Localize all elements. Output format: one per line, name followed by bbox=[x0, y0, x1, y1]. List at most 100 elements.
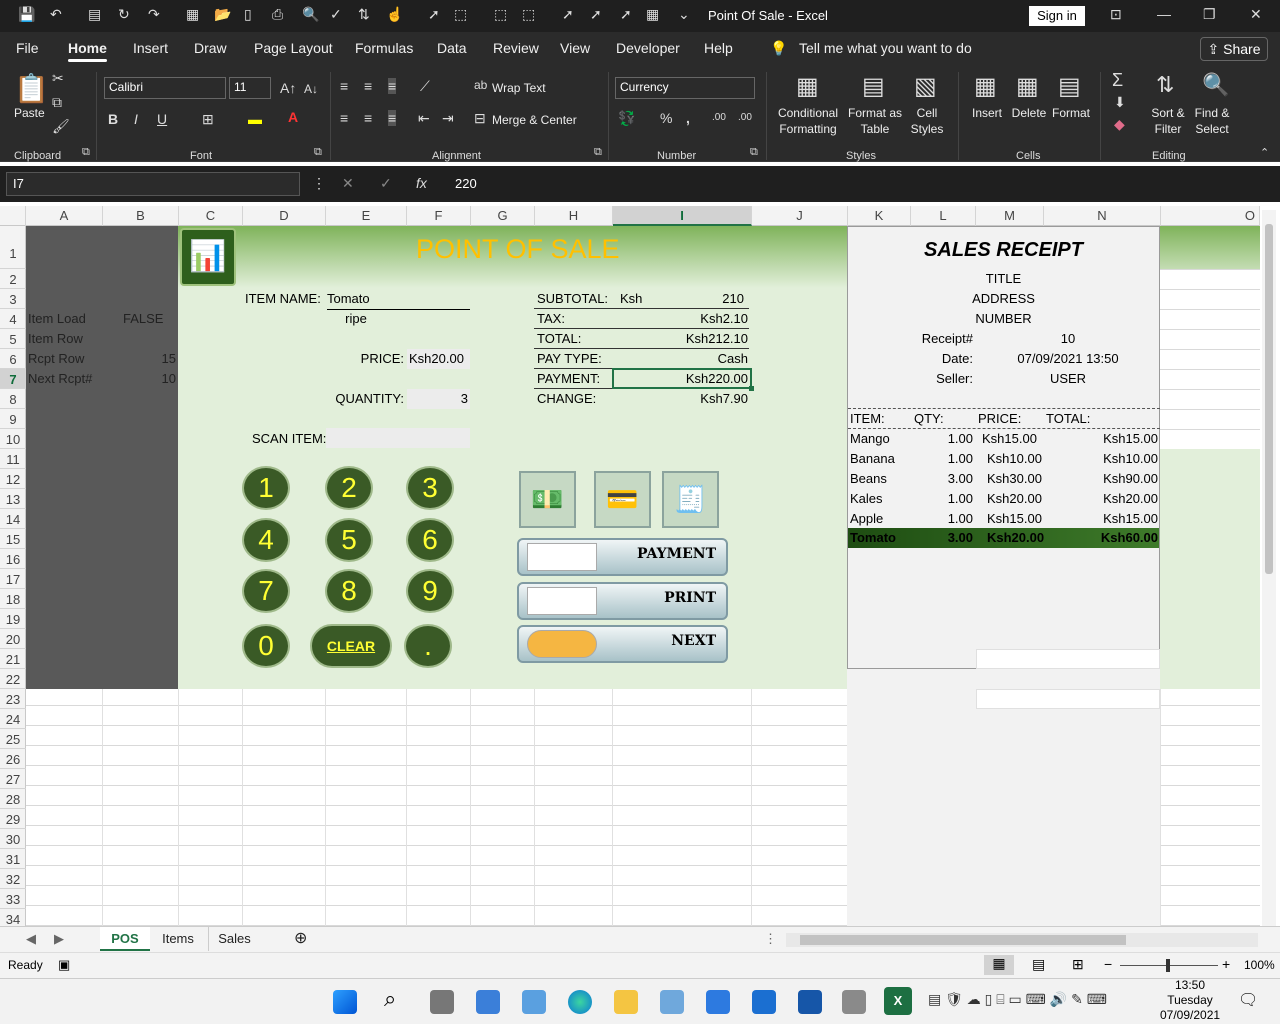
paste-icon[interactable]: 📋 bbox=[14, 72, 49, 105]
tab-review[interactable]: Review bbox=[493, 40, 539, 56]
app-icon[interactable] bbox=[842, 990, 866, 1014]
row-header[interactable]: 3 bbox=[0, 289, 26, 309]
accounting-format-icon[interactable]: 💱 bbox=[618, 110, 635, 127]
row-header[interactable]: 19 bbox=[0, 609, 26, 629]
col-header-f[interactable]: F bbox=[407, 206, 471, 226]
comma-style-icon[interactable]: , bbox=[686, 110, 690, 126]
keypad-clear-button[interactable]: CLEAR bbox=[310, 624, 392, 668]
mail-icon[interactable] bbox=[752, 990, 776, 1014]
open-icon[interactable]: 📂 bbox=[214, 6, 231, 23]
underline-icon[interactable]: U bbox=[157, 111, 167, 127]
undo-icon[interactable]: ↶ bbox=[50, 6, 62, 23]
row-header[interactable]: 4 bbox=[0, 309, 26, 329]
page-layout-view-icon[interactable]: ▤ bbox=[1032, 956, 1045, 973]
widgets-icon[interactable] bbox=[476, 990, 500, 1014]
quantity-field[interactable]: 3 bbox=[407, 389, 470, 409]
tab-view[interactable]: View bbox=[560, 40, 590, 56]
payment-field-selected[interactable]: Ksh220.00 bbox=[612, 368, 752, 389]
task-view-icon[interactable] bbox=[430, 990, 454, 1014]
col-header-i[interactable]: I bbox=[613, 206, 752, 226]
print-button[interactable]: PRINT bbox=[517, 582, 728, 620]
merge-center-button[interactable]: Merge & Center bbox=[492, 112, 577, 128]
row-header[interactable]: 29 bbox=[0, 809, 26, 829]
autosum-icon[interactable]: Σ bbox=[1112, 70, 1123, 91]
row-header[interactable]: 14 bbox=[0, 509, 26, 529]
control-panel-icon[interactable] bbox=[522, 990, 546, 1014]
format-as-table-button[interactable]: Format as Table bbox=[846, 105, 904, 137]
keypad-6-button[interactable]: 6 bbox=[406, 518, 454, 562]
keypad-2-button[interactable]: 2 bbox=[325, 466, 373, 510]
redo-icon[interactable]: ↷ bbox=[148, 6, 160, 23]
insert-function-icon[interactable]: fx bbox=[416, 175, 427, 191]
col-header-a[interactable]: A bbox=[26, 206, 103, 226]
tray-icons[interactable]: ▤ 🛡 ☁ ▯ ⌸ ▭ ⌨ 🔊 ✎ ⌨ bbox=[928, 991, 1107, 1008]
alignment-launcher-icon[interactable]: ⧉ bbox=[594, 146, 602, 159]
font-launcher-icon[interactable]: ⧉ bbox=[314, 146, 322, 159]
customize-qat-icon[interactable]: ⌄ bbox=[678, 6, 690, 23]
clear-icon[interactable]: ◆ bbox=[1114, 116, 1125, 133]
number-launcher-icon[interactable]: ⧉ bbox=[750, 146, 758, 159]
notifications-icon[interactable]: 🗨 bbox=[1238, 990, 1258, 1010]
col-header-m[interactable]: M bbox=[976, 206, 1044, 226]
tab-file[interactable]: File bbox=[16, 40, 39, 56]
new-icon[interactable]: ▤ bbox=[88, 6, 101, 23]
col-header-g[interactable]: G bbox=[471, 206, 535, 226]
tab-home[interactable]: Home bbox=[68, 40, 107, 62]
cash-payment-icon[interactable]: 💵 bbox=[519, 471, 576, 528]
ribbon-display-icon[interactable]: ⊡ bbox=[1110, 6, 1122, 23]
italic-icon[interactable]: I bbox=[134, 111, 138, 127]
row-header[interactable]: 10 bbox=[0, 429, 26, 449]
fill-handle[interactable] bbox=[749, 386, 754, 391]
zoom-slider-thumb[interactable] bbox=[1166, 959, 1170, 972]
keypad-1-button[interactable]: 1 bbox=[242, 466, 290, 510]
align-center-icon[interactable]: ≡ bbox=[364, 110, 372, 126]
cancel-icon[interactable]: ✕ bbox=[342, 175, 354, 192]
format-painter-icon[interactable]: 🖌 bbox=[52, 118, 70, 135]
keypad-9-button[interactable]: 9 bbox=[406, 569, 454, 613]
accessibility-icon[interactable]: ▣ bbox=[58, 957, 70, 973]
normal-view-icon[interactable]: ▦ bbox=[984, 955, 1014, 975]
collapse-ribbon-icon[interactable]: ⌃ bbox=[1260, 146, 1269, 159]
print-icon[interactable]: ⎙ bbox=[272, 6, 283, 23]
formula-input[interactable]: 220 bbox=[445, 172, 1275, 196]
row-header[interactable]: 28 bbox=[0, 789, 26, 809]
tab-page-layout[interactable]: Page Layout bbox=[254, 40, 333, 56]
pointer-icon[interactable]: ➚ bbox=[562, 6, 574, 23]
cheque-payment-icon[interactable]: 🧾 bbox=[662, 471, 719, 528]
row-header[interactable]: 20 bbox=[0, 629, 26, 649]
scroll-sheets-right-icon[interactable]: ▶ bbox=[54, 927, 64, 951]
fill-icon[interactable]: ⬇ bbox=[1114, 94, 1126, 111]
item-name-field[interactable]: Tomato bbox=[327, 289, 470, 310]
sort-icon[interactable]: ⇅ bbox=[358, 6, 370, 23]
format-cells-button[interactable]: Format bbox=[1050, 105, 1092, 121]
percent-icon[interactable]: % bbox=[660, 110, 672, 126]
name-box[interactable]: I7 bbox=[6, 172, 300, 196]
keypad-3-button[interactable]: 3 bbox=[406, 466, 454, 510]
form-icon[interactable]: ▦ bbox=[646, 6, 659, 23]
payment-button[interactable]: PAYMENT bbox=[517, 538, 728, 576]
select-objects-icon[interactable]: ⬚ bbox=[454, 6, 467, 23]
row-header[interactable]: 25 bbox=[0, 729, 26, 749]
orientation-icon[interactable]: ⟋ bbox=[420, 78, 430, 95]
excel-taskbar-icon[interactable]: X bbox=[884, 987, 912, 1015]
number-format-select[interactable]: Currency bbox=[615, 77, 755, 99]
row-header[interactable]: 11 bbox=[0, 449, 26, 469]
spelling-icon[interactable]: ✓ bbox=[330, 6, 342, 23]
keypad-dot-button[interactable]: . bbox=[404, 624, 452, 668]
tab-insert[interactable]: Insert bbox=[133, 40, 168, 56]
row-header[interactable]: 24 bbox=[0, 709, 26, 729]
row-header[interactable]: 1 bbox=[0, 226, 26, 269]
tab-help[interactable]: Help bbox=[704, 40, 733, 56]
row-header[interactable]: 22 bbox=[0, 669, 26, 689]
next-button[interactable]: NEXT bbox=[517, 625, 728, 663]
horizontal-scroll-thumb[interactable] bbox=[800, 935, 1126, 945]
horizontal-scrollbar[interactable] bbox=[786, 933, 1258, 947]
row-header[interactable]: 7 bbox=[0, 369, 26, 389]
select-all-corner[interactable] bbox=[0, 206, 26, 226]
row-header[interactable]: 15 bbox=[0, 529, 26, 549]
worksheet-grid[interactable]: 📊 Item Load FALSE Item Row Rcpt Row 15 N… bbox=[26, 226, 1260, 926]
refresh-icon[interactable]: ↻ bbox=[118, 6, 130, 23]
page-break-view-icon[interactable]: ⊞ bbox=[1072, 956, 1084, 973]
row-header[interactable]: 16 bbox=[0, 549, 26, 569]
pay-type-select[interactable]: Cash bbox=[646, 349, 748, 369]
